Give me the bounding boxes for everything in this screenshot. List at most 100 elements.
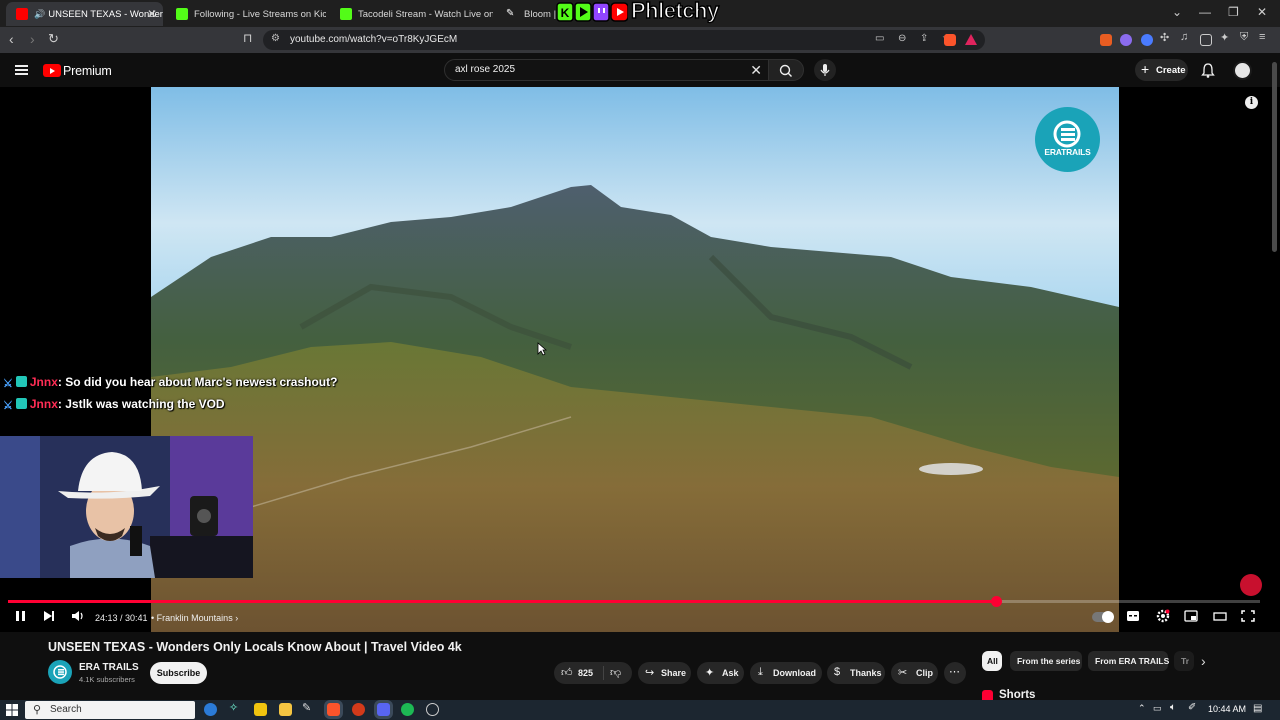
vpn-icon[interactable]: ⛨ (1240, 31, 1252, 43)
miniplayer-icon[interactable] (1184, 608, 1198, 624)
chip-label: From the series (1017, 656, 1081, 666)
youtube-logo-icon[interactable] (43, 64, 61, 77)
address-bar[interactable]: ⚙ youtube.com/watch?v=oTr8KyJGEcM ▭ ⊖ ⇪ … (263, 30, 985, 50)
extension-fox-icon[interactable] (1100, 34, 1112, 46)
notifications-bell-icon[interactable] (1201, 63, 1215, 78)
app-red-icon[interactable] (352, 703, 365, 716)
create-button[interactable]: + Create (1135, 59, 1188, 81)
theater-mode-icon[interactable] (1213, 608, 1227, 624)
taskbar-search-input[interactable]: ⚲ Search (25, 701, 195, 719)
bookmark-icon[interactable]: ⊓ (243, 31, 252, 45)
reload-icon[interactable]: ↻ (48, 31, 59, 47)
tray-chevron-icon[interactable]: ⌃ (1138, 703, 1146, 714)
leo-icon[interactable]: ✦ (1220, 31, 1232, 44)
subscriber-count: 4.1K subscribers (79, 675, 135, 684)
close-window-icon[interactable]: ✕ (1257, 5, 1267, 19)
terminal-icon[interactable]: ✎ (302, 701, 315, 714)
music-icon[interactable]: ♫ (1180, 31, 1192, 43)
tab-search-icon[interactable]: ⌄ (1172, 5, 1182, 19)
account-avatar[interactable] (1233, 61, 1252, 80)
download-button[interactable]: ⤓ Download (750, 662, 822, 684)
extensions-puzzle-icon[interactable]: ✣ (1160, 31, 1172, 44)
spotify-icon[interactable] (401, 703, 414, 716)
dislike-button[interactable]: 👎︎ (604, 662, 632, 684)
info-icon[interactable]: i (1245, 96, 1258, 109)
chevron-right-icon[interactable]: › (1201, 653, 1206, 669)
clip-button[interactable]: ✂ Clip (891, 662, 938, 684)
tab-kick-following[interactable]: Following - Live Streams on Kick (166, 2, 326, 26)
url-text: youtube.com/watch?v=oTr8KyJGEcM (290, 34, 458, 45)
chapter-title[interactable]: • Franklin Mountains › (151, 613, 238, 623)
tab-bloom[interactable]: ✎ Bloom | Tra (496, 2, 556, 26)
task-view-icon[interactable] (254, 703, 267, 716)
brave-browser-icon[interactable] (327, 703, 340, 716)
video-player[interactable]: ERATRAILS i ⚔ Jnnx: So did you hear about… (0, 87, 1280, 632)
search-button[interactable] (768, 59, 804, 81)
close-icon[interactable]: ✕ (147, 7, 157, 21)
copilot-icon[interactable] (204, 703, 217, 716)
browser-menu-icon[interactable]: ≡ (1259, 31, 1271, 43)
file-explorer-icon[interactable] (279, 703, 292, 716)
channel-name[interactable]: ERA TRAILS (79, 662, 139, 673)
chip-all[interactable]: All (982, 651, 1002, 671)
progress-bar[interactable] (8, 596, 1260, 607)
channel-avatar[interactable] (48, 660, 72, 684)
notification-center-icon[interactable]: ▤ (1253, 703, 1262, 714)
zoom-icon[interactable]: ⊖ (898, 33, 906, 44)
thumbs-up-icon: 👍︎ (561, 667, 573, 679)
obs-icon[interactable] (426, 703, 439, 716)
discord-icon[interactable] (377, 703, 390, 716)
kick-icon (340, 8, 352, 20)
youtube-premium-label[interactable]: Premium (63, 64, 112, 78)
volume-icon[interactable] (70, 608, 86, 624)
share-button[interactable]: ↪ Share (638, 662, 691, 684)
channel-watermark[interactable]: ERATRAILS (1035, 107, 1100, 172)
search-input[interactable]: axl rose 2025 ✕ (444, 59, 769, 81)
more-actions-button[interactable]: ⋯ (944, 662, 966, 684)
windows-start-icon[interactable] (6, 704, 18, 716)
pen-icon[interactable]: ✐ (1188, 702, 1196, 713)
fullscreen-icon[interactable] (1241, 608, 1255, 624)
pause-icon[interactable] (14, 608, 28, 624)
page-scrollbar[interactable] (1272, 62, 1277, 252)
network-icon[interactable]: ▭ (1153, 703, 1162, 714)
tab-title: Bloom | Tra (524, 8, 556, 20)
settings-gear-icon[interactable] (1155, 608, 1171, 624)
tab-kick-tacodeli[interactable]: Tacodeli Stream - Watch Live on Kick (330, 2, 493, 26)
brave-shield-icon[interactable] (944, 34, 956, 46)
taskbar-clock[interactable]: 10:44 AM (1208, 704, 1246, 714)
chip-from-series[interactable]: From the series (1010, 651, 1082, 671)
back-icon[interactable]: ‹ (9, 31, 14, 47)
ask-button[interactable]: ✦ Ask (697, 662, 744, 684)
subscribe-button[interactable]: Subscribe (150, 662, 207, 684)
chip-label: From ERA TRAILS (1095, 656, 1170, 666)
cast-icon[interactable]: ▭ (875, 33, 884, 44)
brave-rewards-icon[interactable] (965, 34, 977, 45)
subtitles-icon[interactable] (1126, 608, 1140, 624)
extension-blue-icon[interactable] (1141, 34, 1153, 46)
sidebar-icon[interactable] (1200, 34, 1212, 46)
hamburger-menu-icon[interactable] (15, 65, 28, 75)
clear-search-icon[interactable]: ✕ (750, 62, 762, 79)
chip-from-channel[interactable]: From ERA TRAILS (1088, 651, 1170, 671)
next-icon[interactable] (42, 608, 56, 624)
chip-truncated[interactable]: Tr (1174, 651, 1194, 671)
video-frame[interactable]: ERATRAILS (151, 87, 1119, 632)
thanks-button[interactable]: $ Thanks (827, 662, 885, 684)
player-controls: 24:13 / 30:41 • Franklin Mountains › (0, 604, 1280, 632)
channel-badge-icon[interactable] (1240, 574, 1262, 596)
forward-icon[interactable]: › (30, 31, 35, 47)
microphone-icon (820, 64, 830, 76)
restore-icon[interactable]: ❐ (1228, 5, 1239, 19)
site-info-icon[interactable]: ⚙ (271, 33, 280, 44)
like-button[interactable]: 👍︎ 825 (554, 662, 604, 684)
speaker-icon[interactable]: 🔈︎ (1170, 702, 1176, 713)
autoplay-toggle[interactable] (1092, 611, 1114, 623)
minimize-icon[interactable]: — (1199, 5, 1211, 19)
tab-youtube[interactable]: 🔊 UNSEEN TEXAS - Wonders Only ✕ (6, 2, 163, 26)
share-page-icon[interactable]: ⇪ (920, 33, 928, 44)
widgets-icon[interactable]: ✧ (229, 701, 242, 714)
extension-purple-icon[interactable] (1120, 34, 1132, 46)
voice-search-button[interactable] (814, 59, 836, 81)
chat-text: : Jstlk was watching the VOD (57, 397, 225, 411)
